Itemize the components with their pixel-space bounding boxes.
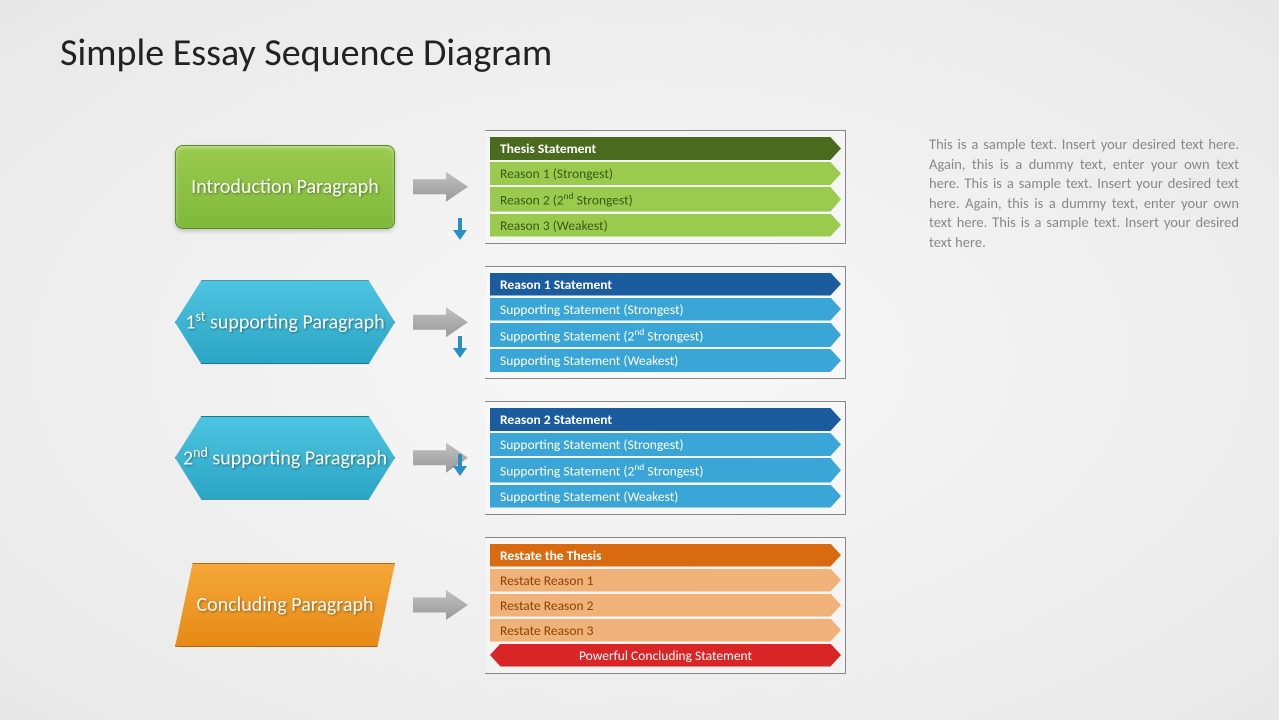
reason1-statement-bar: Reason 1 Statement: [490, 273, 841, 296]
row-conclusion: Concluding Paragraph Restate the Thesis …: [175, 537, 875, 674]
restate-r2-bar: Restate Reason 2: [490, 594, 841, 617]
shape-intro-label: Introduction Paragraph: [191, 175, 379, 199]
reason2-bar: Reason 2 (2nd Strongest): [490, 187, 841, 212]
shape-support1-label: 1st supporting Paragraph: [185, 309, 384, 335]
support1-weakest-bar: Supporting Statement (Weakest): [490, 349, 841, 372]
shape-support2: 2nd supporting Paragraph: [175, 416, 395, 500]
concluding-statement-bar: Powerful Concluding Statement: [490, 644, 841, 667]
support1-strongest-bar: Supporting Statement (Strongest): [490, 298, 841, 321]
slide-title: Simple Essay Sequence Diagram: [60, 30, 552, 76]
shape-support1: 1st supporting Paragraph: [175, 280, 395, 364]
bracket-intro: Thesis Statement Reason 1 (Strongest) Re…: [486, 130, 846, 244]
support2-strongest-bar: Supporting Statement (Strongest): [490, 433, 841, 456]
support2-second-bar: Supporting Statement (2nd Strongest): [490, 458, 841, 483]
bracket-support1: Reason 1 Statement Supporting Statement …: [486, 266, 846, 380]
shape-support2-label: 2nd supporting Paragraph: [183, 445, 387, 471]
restate-r1-bar: Restate Reason 1: [490, 569, 841, 592]
shape-intro: Introduction Paragraph: [175, 145, 395, 229]
row-intro: Introduction Paragraph Thesis Statement …: [175, 130, 875, 244]
arrow-right-icon: [413, 590, 468, 620]
shape-conclusion: Concluding Paragraph: [175, 563, 395, 647]
arrow-down-icon: [453, 454, 467, 478]
row-support1: 1st supporting Paragraph Reason 1 Statem…: [175, 266, 875, 380]
reason2-statement-bar: Reason 2 Statement: [490, 408, 841, 431]
support2-weakest-bar: Supporting Statement (Weakest): [490, 485, 841, 508]
arrow-right-icon: [413, 172, 468, 202]
thesis-statement-bar: Thesis Statement: [490, 137, 841, 160]
reason1-bar: Reason 1 (Strongest): [490, 162, 841, 185]
arrow-down-icon: [453, 218, 467, 242]
shape-conclusion-label: Concluding Paragraph: [196, 593, 373, 617]
restate-r3-bar: Restate Reason 3: [490, 619, 841, 642]
reason3-bar: Reason 3 (Weakest): [490, 214, 841, 237]
row-support2: 2nd supporting Paragraph Reason 2 Statem…: [175, 401, 875, 515]
arrow-down-icon: [453, 336, 467, 360]
essay-diagram: Introduction Paragraph Thesis Statement …: [175, 130, 875, 686]
bracket-support2: Reason 2 Statement Supporting Statement …: [486, 401, 846, 515]
support1-second-bar: Supporting Statement (2nd Strongest): [490, 323, 841, 348]
sidebar-text: This is a sample text. Insert your desir…: [929, 135, 1239, 252]
restate-thesis-bar: Restate the Thesis: [490, 544, 841, 567]
arrow-right-icon: [413, 307, 468, 337]
bracket-conclusion: Restate the Thesis Restate Reason 1 Rest…: [486, 537, 846, 674]
